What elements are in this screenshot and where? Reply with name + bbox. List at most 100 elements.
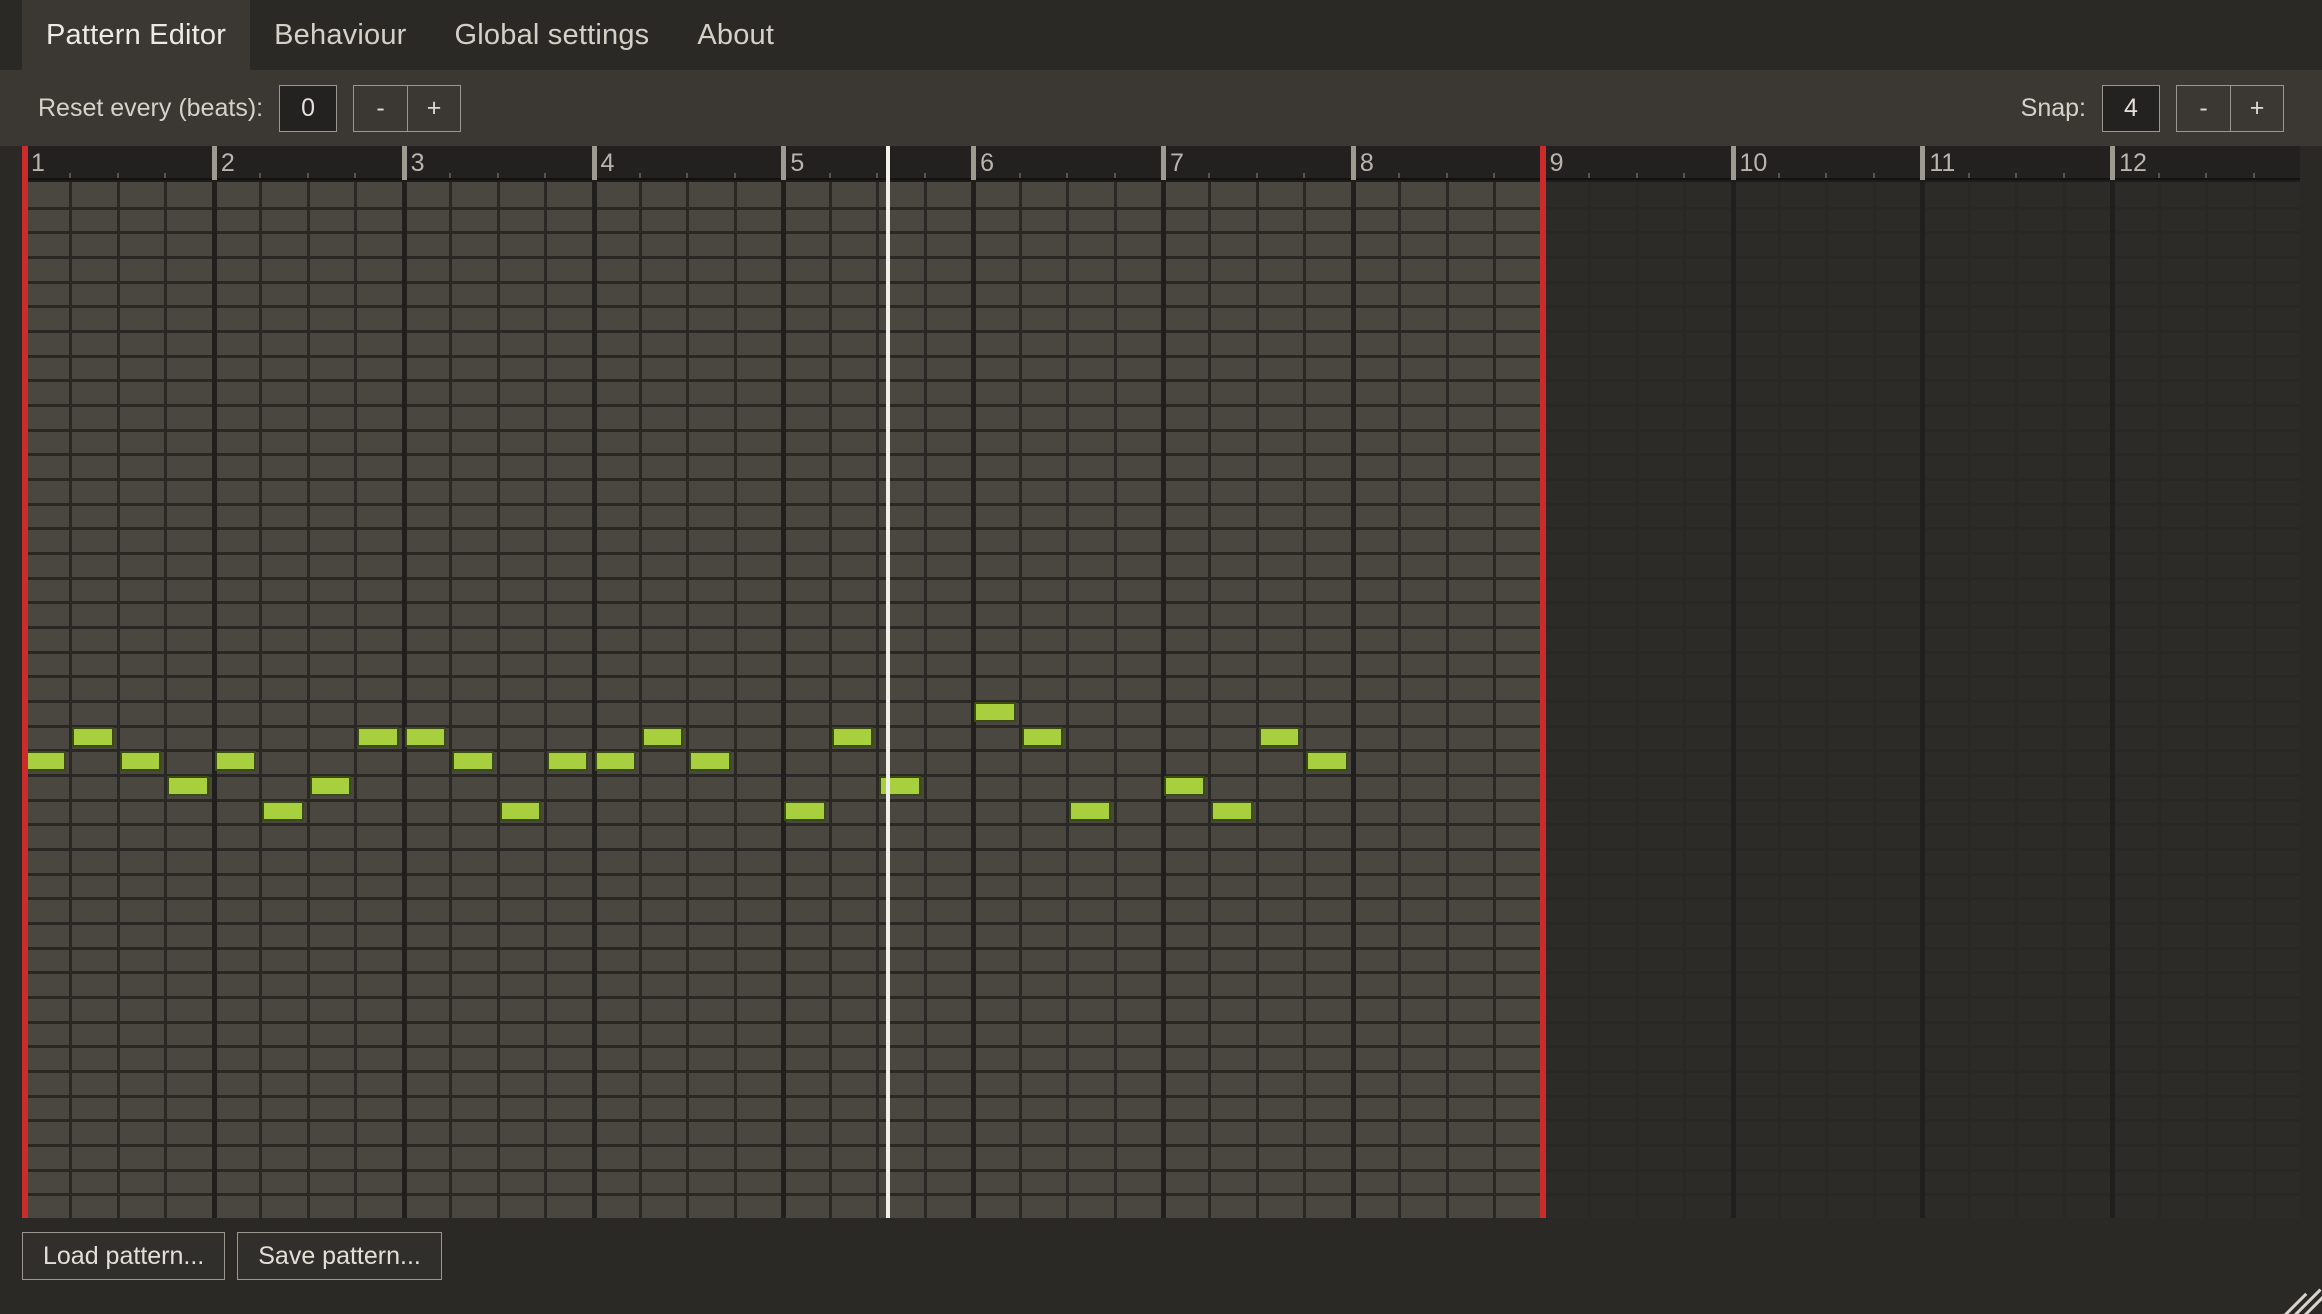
- resize-grip-icon[interactable]: [2266, 1258, 2322, 1314]
- grid-beat-line: [2063, 182, 2066, 1218]
- note-block[interactable]: [784, 801, 826, 821]
- note-block[interactable]: [167, 776, 209, 796]
- note-block[interactable]: [594, 751, 636, 771]
- beat-tick: [2205, 173, 2208, 178]
- beat-tick: [2015, 173, 2018, 178]
- tab-global-settings[interactable]: Global settings: [431, 0, 674, 70]
- beat-tick: [69, 173, 72, 178]
- snap-input[interactable]: 4: [2102, 84, 2160, 132]
- note-block[interactable]: [689, 751, 731, 771]
- grid-beat-line: [734, 182, 737, 1218]
- bar-ruler[interactable]: 1 2 3 4 5 6 7 8 9 10 11 12: [22, 146, 2300, 180]
- grid-beat-line: [117, 182, 120, 1218]
- grid-beat-line: [1256, 182, 1259, 1218]
- reset-every-increment-button[interactable]: +: [407, 84, 462, 132]
- grid-beat-line: [164, 182, 167, 1218]
- save-pattern-button[interactable]: Save pattern...: [237, 1232, 442, 1280]
- note-block[interactable]: [547, 751, 589, 771]
- note-block[interactable]: [357, 727, 399, 747]
- beat-tick: [686, 173, 689, 178]
- tab-behaviour[interactable]: Behaviour: [250, 0, 430, 70]
- bottom-button-bar: Load pattern... Save pattern...: [22, 1232, 442, 1280]
- beat-tick: [259, 173, 262, 178]
- note-block[interactable]: [1211, 801, 1253, 821]
- tab-pattern-editor[interactable]: Pattern Editor: [22, 0, 251, 70]
- beat-tick: [1398, 173, 1401, 178]
- note-block[interactable]: [404, 727, 447, 747]
- tab-bar: Pattern Editor Behaviour Global settings Ab…: [0, 0, 2322, 70]
- note-block[interactable]: [974, 702, 1016, 722]
- bar-number: 11: [1929, 149, 1956, 177]
- beat-tick: [923, 173, 926, 178]
- grid-bar-line: [971, 182, 976, 1218]
- grid-bar-line: [1161, 182, 1166, 1218]
- grid-bar-line: [1351, 182, 1356, 1218]
- load-pattern-button[interactable]: Load pattern...: [22, 1232, 226, 1280]
- beat-tick: [306, 173, 309, 178]
- beat-tick: [116, 173, 119, 178]
- grid-beat-line: [686, 182, 689, 1218]
- note-block[interactable]: [1306, 751, 1348, 771]
- grid-beat-line: [1493, 182, 1496, 1218]
- note-canvas[interactable]: [22, 182, 2300, 1218]
- bar-number: 2: [220, 149, 235, 177]
- snap-decrement-button[interactable]: -: [2176, 84, 2230, 132]
- loop-start-marker[interactable]: [22, 146, 28, 1218]
- beat-tick: [1777, 173, 1780, 178]
- beat-tick: [733, 173, 736, 178]
- playhead[interactable]: [885, 146, 890, 1218]
- note-block[interactable]: [1164, 776, 1206, 796]
- snap-spinner: - +: [2176, 84, 2284, 132]
- grid-bar-line: [781, 182, 786, 1218]
- pattern-editor-window: Pattern Editor Behaviour Global settings Ab…: [0, 0, 2322, 1314]
- grid-beat-line: [829, 182, 832, 1218]
- reset-every-group: Reset every (beats): 0 - +: [38, 84, 462, 132]
- grid-beat-line: [1588, 182, 1591, 1218]
- bar-number: 12: [2119, 149, 2147, 177]
- note-block[interactable]: [831, 727, 874, 747]
- grid-beat-line: [449, 182, 452, 1218]
- reset-every-spinner: - +: [353, 84, 462, 132]
- loop-end-marker[interactable]: [1539, 146, 1546, 1218]
- note-block[interactable]: [1258, 727, 1301, 747]
- bar-number: 10: [1739, 149, 1768, 177]
- grid-beat-line: [2205, 182, 2208, 1218]
- grid-beat-line: [1873, 182, 1876, 1218]
- beat-tick: [2157, 173, 2160, 178]
- reset-every-decrement-button[interactable]: -: [353, 84, 408, 132]
- grid-beat-line: [259, 182, 262, 1218]
- note-block[interactable]: [72, 727, 114, 747]
- reset-every-input[interactable]: 0: [279, 84, 338, 132]
- note-block[interactable]: [262, 801, 304, 821]
- grid-beat-line: [1446, 182, 1449, 1218]
- note-block[interactable]: [641, 727, 684, 747]
- bar-number: 6: [980, 149, 995, 177]
- note-block[interactable]: [1021, 727, 1064, 747]
- note-block[interactable]: [309, 776, 352, 796]
- grid-beat-line: [497, 182, 500, 1218]
- note-block[interactable]: [1069, 801, 1111, 821]
- pattern-grid[interactable]: 1 2 3 4 5 6 7 8 9 10 11 12: [22, 146, 2300, 1218]
- grid-beat-line: [1114, 182, 1117, 1218]
- note-block[interactable]: [499, 801, 542, 821]
- grid-beat-line: [1208, 182, 1211, 1218]
- grid-beat-line: [2015, 182, 2018, 1218]
- grid-bar-line: [1920, 182, 1925, 1218]
- note-block[interactable]: [214, 751, 257, 771]
- bar-number: 3: [410, 149, 425, 177]
- note-block[interactable]: [119, 751, 162, 771]
- grid-bar-line: [212, 182, 217, 1218]
- beat-tick: [1113, 173, 1116, 178]
- tab-about[interactable]: About: [673, 0, 798, 70]
- note-block[interactable]: [452, 751, 494, 771]
- grid-beat-line: [1683, 182, 1686, 1218]
- note-block[interactable]: [25, 751, 67, 771]
- bar-number: 8: [1359, 149, 1374, 177]
- grid-beat-line: [1968, 182, 1971, 1218]
- beat-tick: [1303, 173, 1306, 178]
- beat-tick: [1825, 173, 1828, 178]
- grid-beat-line: [544, 182, 547, 1218]
- grid-beat-line: [639, 182, 642, 1218]
- snap-increment-button[interactable]: +: [2230, 84, 2284, 132]
- bar-number: 5: [790, 149, 805, 177]
